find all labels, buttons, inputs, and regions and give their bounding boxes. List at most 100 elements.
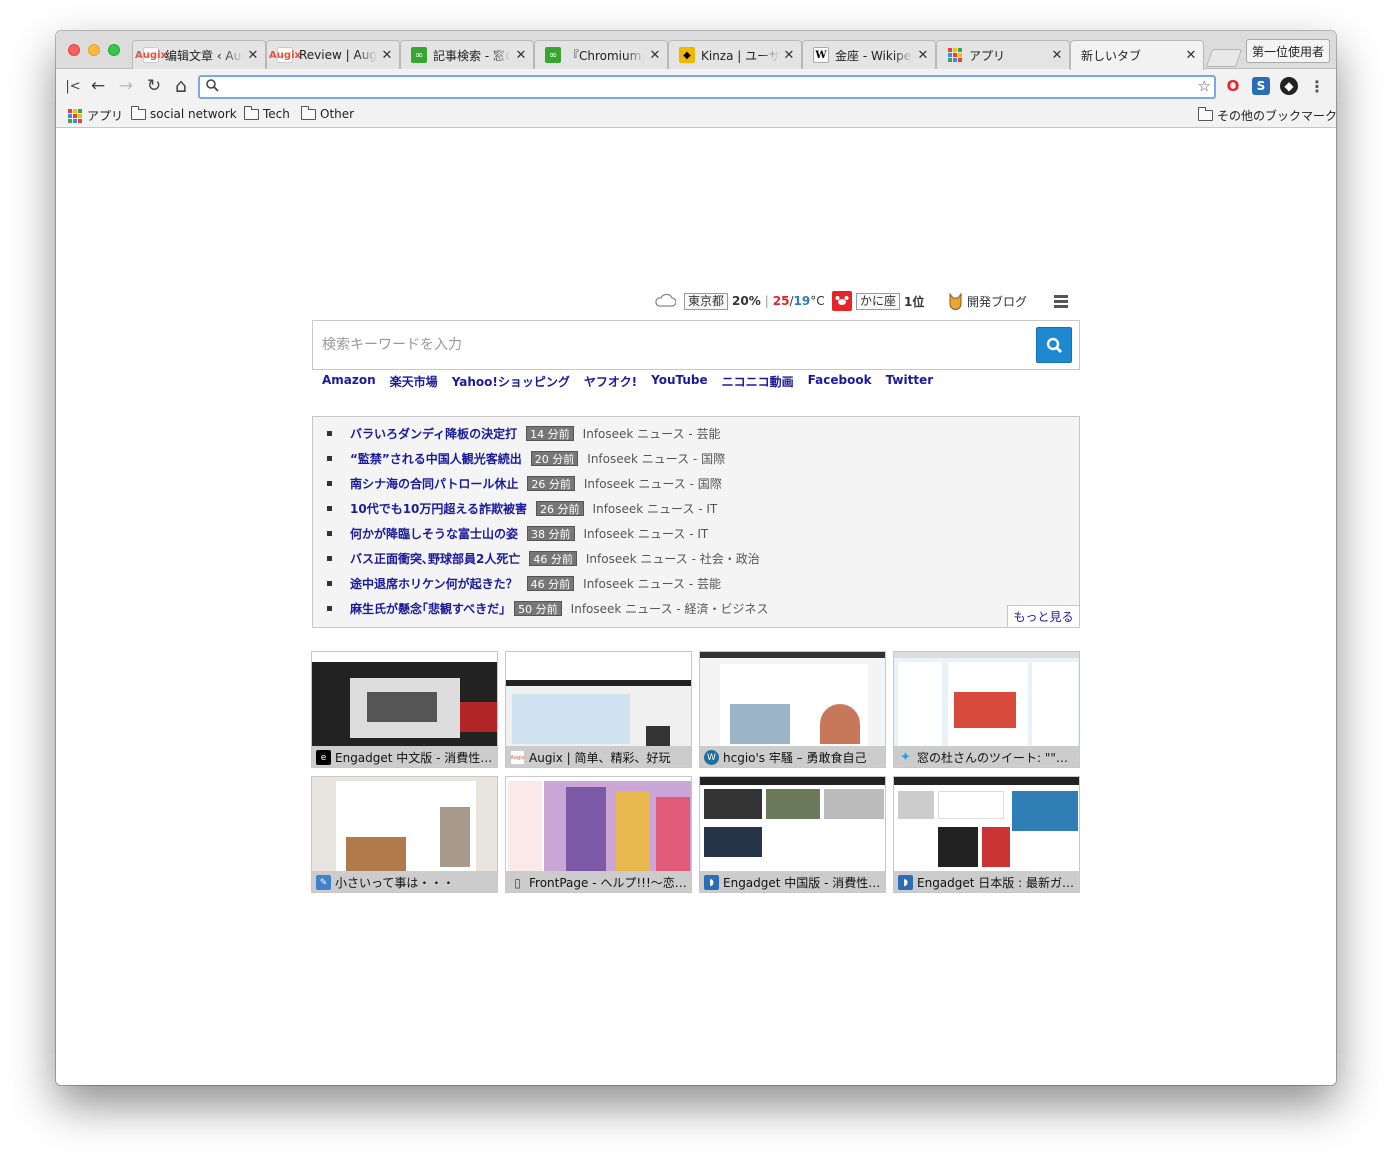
close-icon[interactable]: ✕: [1185, 48, 1197, 63]
bullet: [327, 430, 332, 436]
bookmark-folder-other[interactable]: Other: [301, 105, 355, 121]
reload-icon[interactable]: ↻: [143, 75, 165, 97]
news-age-badge: 50 分前: [514, 600, 562, 616]
tile-title: Engadget 中文版 - 消費性電…: [335, 751, 497, 765]
news-item[interactable]: “監禁”される中国人観光客続出 20 分前 Infoseek ニュース - 国際: [327, 449, 725, 467]
news-item[interactable]: 麻生氏が懸念｢悲観すべきだ｣ 50 分前 Infoseek ニュース - 経済・…: [327, 599, 769, 617]
separator: |: [764, 294, 769, 308]
tab-strip: Augix 编辑文章 ‹ Aug ✕ Augix Review | Augix …: [56, 31, 1336, 70]
tab-title: アプリ: [969, 48, 1006, 63]
home-icon[interactable]: ⌂: [170, 75, 192, 97]
crab-icon: [832, 291, 852, 311]
tab-6[interactable]: W 金座 - Wikiped ✕: [802, 40, 936, 69]
close-icon[interactable]: ✕: [1051, 48, 1063, 63]
more-news-button[interactable]: もっと見る: [1007, 605, 1080, 628]
news-title[interactable]: 10代でも10万円超える詐欺被害: [350, 500, 527, 517]
most-visited-tile[interactable]: ▯ FrontPage - ヘルプ!!!〜恋が…: [505, 776, 692, 893]
tab-7[interactable]: アプリ ✕: [936, 40, 1070, 69]
news-title[interactable]: バス正面衝突､野球部員2人死亡: [350, 550, 520, 567]
site-thumbnail: [506, 652, 691, 746]
kinza-icon: ◆: [679, 47, 695, 63]
weather-widget[interactable]: 東京都 20% | 25 / 19 °C: [654, 291, 825, 311]
close-icon[interactable]: ✕: [381, 48, 393, 63]
most-visited-tile[interactable]: Augix Augix | 简单、精彩、好玩: [505, 651, 692, 768]
quicklink-facebook[interactable]: Facebook: [808, 373, 872, 390]
quicklink-yahuoku[interactable]: ヤフオク!: [584, 373, 637, 390]
first-page-icon[interactable]: |<: [62, 75, 84, 97]
close-icon[interactable]: ✕: [515, 48, 527, 63]
bookmark-label: その他のブックマーク: [1217, 109, 1336, 123]
bookmark-apps[interactable]: アプリ: [68, 107, 123, 124]
window-close-button[interactable]: [68, 44, 80, 56]
bookmark-folder-social-network[interactable]: social network: [131, 105, 237, 121]
tab-5[interactable]: ◆ Kinza | ユーザー ✕: [668, 40, 802, 69]
search-button[interactable]: [1036, 327, 1072, 363]
news-age-badge: 38 分前: [527, 525, 575, 541]
kinza-icon[interactable]: ◆: [1280, 77, 1298, 95]
news-title[interactable]: 何かが降臨しそうな富士山の姿: [350, 525, 518, 542]
news-age-badge: 14 分前: [526, 425, 574, 441]
address-bar[interactable]: ☆: [198, 75, 1216, 99]
bookmark-label: Other: [320, 107, 355, 121]
tab-2[interactable]: Augix Review | Augix ✕: [266, 40, 400, 69]
new-tab-button[interactable]: [1205, 49, 1243, 67]
quicklink-niconico[interactable]: ニコニコ動画: [722, 373, 794, 390]
window-maximize-button[interactable]: [108, 44, 120, 56]
close-icon[interactable]: ✕: [917, 48, 929, 63]
close-icon[interactable]: ✕: [247, 48, 259, 63]
address-input[interactable]: [226, 77, 1186, 97]
tab-8-active[interactable]: 新しいタブ ✕: [1070, 40, 1204, 70]
quicklink-youtube[interactable]: YouTube: [651, 373, 708, 390]
tab-4[interactable]: ∞ 『Chromium』 ✕: [534, 40, 668, 69]
news-title[interactable]: 南シナ海の合同パトロール休止: [350, 475, 518, 492]
close-icon[interactable]: ✕: [649, 48, 661, 63]
search-input[interactable]: [322, 333, 1022, 357]
news-item[interactable]: 10代でも10万円超える詐欺被害 26 分前 Infoseek ニュース - I…: [327, 499, 717, 517]
most-visited-tile[interactable]: ✦ 窓の杜さんのツイート: ""艦…: [893, 651, 1080, 768]
tab-3[interactable]: ∞ 記事検索 - 窓の ✕: [400, 40, 534, 69]
news-item[interactable]: バラいろダンディ降板の決定打 14 分前 Infoseek ニュース - 芸能: [327, 424, 721, 442]
most-visited-tile[interactable]: e Engadget 中文版 - 消費性電…: [311, 651, 498, 768]
folder-icon: [244, 105, 259, 120]
quicklink-rakuten[interactable]: 楽天市場: [390, 373, 438, 390]
news-title[interactable]: バラいろダンディ降板の決定打: [350, 425, 517, 442]
menu-dots-icon[interactable]: ⋮: [1308, 77, 1326, 96]
profile-button[interactable]: 第一位使用者: [1246, 39, 1330, 63]
news-title[interactable]: 麻生氏が懸念｢悲観すべきだ｣: [350, 600, 505, 617]
most-visited-tile[interactable]: ◗ Engadget 中国版 - 消費性电…: [699, 776, 886, 893]
search-icon: [206, 79, 219, 96]
tab-title: 编辑文章 ‹ Aug: [165, 48, 243, 63]
page-menu-icon[interactable]: [1054, 295, 1068, 308]
horoscope-widget[interactable]: かに座 1位: [832, 291, 924, 311]
news-age-badge: 20 分前: [530, 450, 579, 466]
most-visited-tile[interactable]: ◗ Engadget 日本版 : 最新ガジ…: [893, 776, 1080, 893]
most-visited-tile[interactable]: ✎ 小さいって事は・・・: [311, 776, 498, 893]
s-extension-icon[interactable]: S: [1252, 77, 1270, 95]
most-visited-tile[interactable]: W hcgio's 牢騷 – 勇敢食自己: [699, 651, 886, 768]
bookmark-folder-tech[interactable]: Tech: [244, 105, 290, 121]
tab-1[interactable]: Augix 编辑文章 ‹ Aug ✕: [132, 40, 266, 69]
close-icon[interactable]: ✕: [783, 48, 795, 63]
tab-title: Review | Augix: [299, 48, 377, 62]
forward-icon[interactable]: →: [115, 75, 137, 97]
back-icon[interactable]: ←: [87, 75, 109, 97]
quicklink-twitter[interactable]: Twitter: [886, 373, 934, 390]
window-minimize-button[interactable]: [88, 44, 100, 56]
dev-blog-link[interactable]: 開発ブログ: [948, 291, 1027, 311]
news-title[interactable]: “監禁”される中国人観光客続出: [350, 450, 522, 467]
news-item[interactable]: 南シナ海の合同パトロール休止 26 分前 Infoseek ニュース - 国際: [327, 474, 722, 492]
news-title[interactable]: 途中退席ホリケン何が起きた？: [350, 575, 518, 592]
dev-blog-label: 開発ブログ: [967, 294, 1028, 309]
news-item[interactable]: 何かが降臨しそうな富士山の姿 38 分前 Infoseek ニュース - IT: [327, 524, 708, 542]
quicklink-amazon[interactable]: Amazon: [322, 373, 376, 390]
bookmark-star-icon[interactable]: ☆: [1198, 77, 1211, 95]
tile-caption: ✦ 窓の杜さんのツイート: ""艦…: [894, 746, 1079, 767]
quick-links: Amazon 楽天市場 Yahoo!ショッピング ヤフオク! YouTube ニ…: [322, 373, 947, 390]
news-item[interactable]: 途中退席ホリケン何が起きた？ 46 分前 Infoseek ニュース - 芸能: [327, 574, 721, 592]
twitter-icon: ✦: [900, 750, 911, 765]
opera-icon[interactable]: O: [1224, 77, 1242, 95]
news-item[interactable]: バス正面衝突､野球部員2人死亡 46 分前 Infoseek ニュース - 社会…: [327, 549, 760, 567]
quicklink-yahoo-shopping[interactable]: Yahoo!ショッピング: [452, 373, 570, 390]
site-thumbnail: [312, 652, 497, 746]
bookmark-other-folder[interactable]: その他のブックマーク: [1198, 107, 1336, 124]
